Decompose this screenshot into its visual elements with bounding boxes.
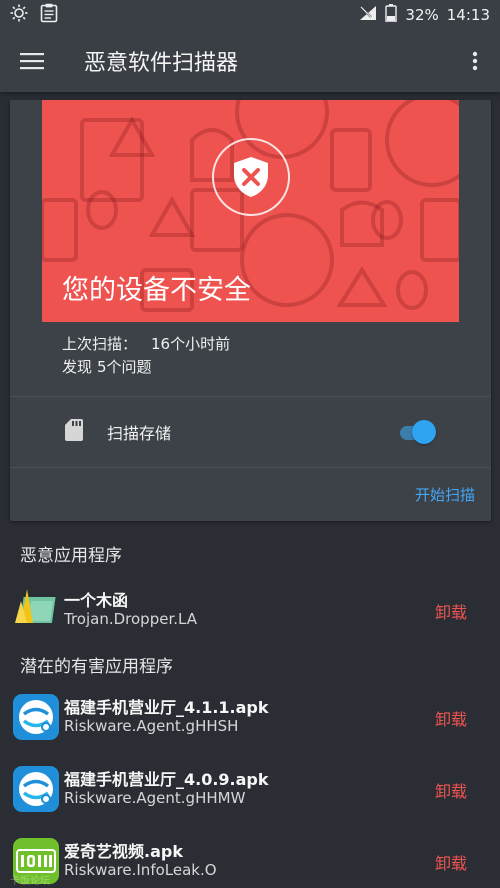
shield-x-icon: [234, 157, 268, 197]
uninstall-button[interactable]: 卸载: [435, 706, 467, 730]
device-status-headline: 您的设备不安全: [62, 275, 251, 306]
clock: 14:13: [446, 6, 490, 24]
app-icon-toolbox: [13, 587, 59, 633]
app-name: 福建手机营业厅_4.0.9.apk: [64, 770, 269, 789]
battery-icon: [385, 4, 398, 26]
shield-status-ring: [212, 138, 290, 216]
malicious-apps-header: 恶意应用程序: [20, 546, 122, 566]
no-signal-icon: [359, 5, 377, 25]
list-item[interactable]: 福建手机营业厅_4.0.9.apk Riskware.Agent.gHHMW 卸…: [0, 766, 500, 826]
threat-banner: 您的设备不安全: [42, 100, 459, 322]
uninstall-button[interactable]: 卸载: [435, 850, 467, 874]
uninstall-button[interactable]: 卸载: [435, 778, 467, 802]
list-item[interactable]: 爱奇艺视频.apk Riskware.InfoLeak.O 卸载: [0, 838, 500, 888]
threat-name: Trojan.Dropper.LA: [64, 610, 197, 628]
divider: [10, 467, 491, 468]
list-item[interactable]: 福建手机营业厅_4.1.1.apk Riskware.Agent.gHHSH 卸…: [0, 694, 500, 754]
settings-sun-icon: [10, 4, 28, 26]
scan-storage-row[interactable]: 扫描存储: [10, 397, 491, 467]
app-name: 一个木函: [64, 591, 129, 610]
issues-found-value: 5个问题: [97, 358, 152, 376]
app-icon-china-mobile: [13, 766, 59, 812]
list-item[interactable]: 一个木函 Trojan.Dropper.LA 卸载: [0, 587, 500, 647]
issues-found-label: 发现: [62, 358, 93, 376]
more-vert-icon: [472, 51, 478, 71]
hamburger-icon: [20, 53, 44, 70]
start-scan-button[interactable]: 开始扫描: [415, 484, 475, 505]
scan-summary: 上次扫描： 16个小时前 发现 5个问题: [62, 333, 230, 379]
clipboard-icon: [40, 3, 58, 27]
overflow-menu-button[interactable]: [450, 51, 500, 71]
toggle-thumb: [412, 420, 436, 444]
app-icon-china-mobile: [13, 694, 59, 740]
last-scan-value: 16个小时前: [151, 335, 231, 353]
sd-card-icon: [65, 419, 87, 445]
threat-name: Riskware.InfoLeak.O: [64, 861, 217, 879]
uninstall-button[interactable]: 卸载: [435, 599, 467, 623]
app-name: 爱奇艺视频.apk: [64, 842, 183, 861]
scan-storage-label: 扫描存储: [107, 424, 172, 443]
battery-percent: 32%: [405, 6, 439, 24]
app-title: 恶意软件扫描器: [84, 51, 239, 76]
potentially-harmful-apps-header: 潜在的有害应用程序: [20, 657, 173, 677]
threat-name: Riskware.Agent.gHHSH: [64, 717, 239, 735]
app-bar: 恶意软件扫描器: [0, 30, 500, 92]
threat-name: Riskware.Agent.gHHMW: [64, 789, 246, 807]
last-scan-label: 上次扫描：: [62, 335, 138, 353]
menu-button[interactable]: [0, 52, 64, 70]
watermark: 卡饭论坛: [10, 876, 50, 887]
app-name: 福建手机营业厅_4.1.1.apk: [64, 698, 269, 717]
scan-storage-toggle[interactable]: [398, 420, 436, 444]
status-bar: 32% 14:13: [0, 0, 500, 30]
scan-status-card: 您的设备不安全 上次扫描： 16个小时前 发现 5个问题 扫描存储 开始扫描: [10, 100, 491, 521]
